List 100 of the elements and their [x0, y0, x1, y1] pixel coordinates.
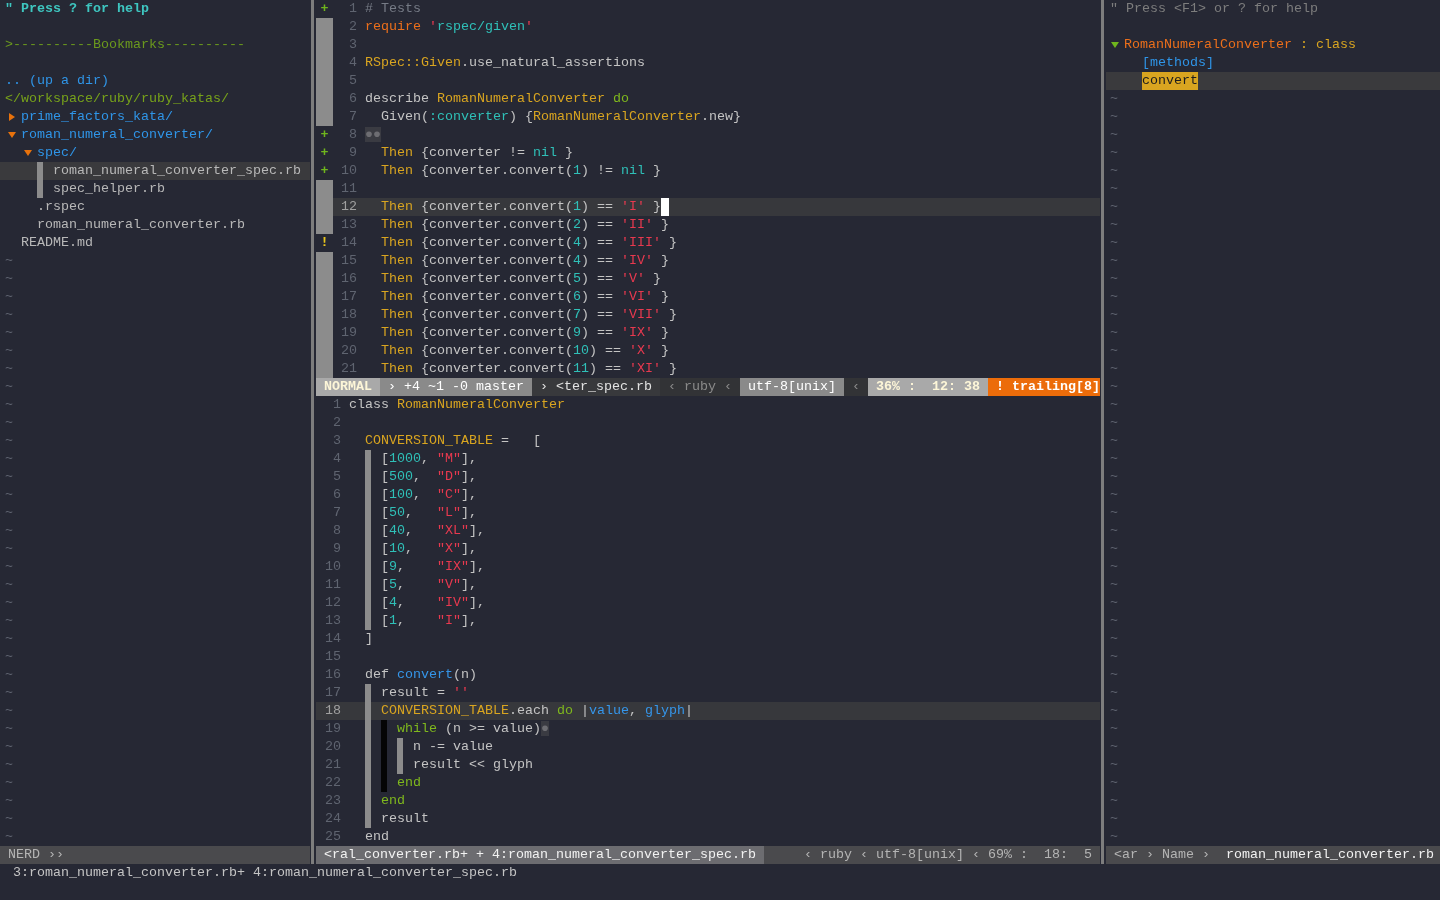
- root-path: </workspace/ruby/ruby_katas/: [5, 90, 229, 108]
- code-text: [50, "L"],: [380, 504, 477, 522]
- sign-marker: +: [319, 162, 330, 180]
- line-number: 5: [348, 72, 357, 90]
- code-text: Then {converter.convert(1) == 'I' }: [379, 198, 661, 216]
- code-text: [1, "I"],: [380, 612, 477, 630]
- empty-line-marker: ~: [1110, 198, 1118, 216]
- sign-column-marker: [316, 216, 333, 234]
- folder-name: roman_numeral_converter/: [21, 126, 213, 144]
- line-number: 6: [332, 486, 341, 504]
- bookmarks-header: >----------Bookmarks----------: [5, 36, 245, 54]
- file-name: spec_helper.rb: [53, 180, 165, 198]
- code-text: def convert(n): [363, 666, 477, 684]
- empty-line-marker: ~: [1110, 252, 1118, 270]
- up-dir-link[interactable]: .. (up a dir): [5, 72, 109, 90]
- empty-line-marker: ~: [1110, 774, 1118, 792]
- code-text: Then {converter.convert(1) != nil }: [379, 162, 661, 180]
- status-segment: ‹ ruby ‹: [659, 378, 740, 396]
- status-segment: utf-8[unix]: [739, 378, 844, 396]
- empty-line-marker: ~: [1110, 486, 1118, 504]
- tag-name[interactable]: convert: [1142, 72, 1198, 90]
- empty-line-marker: ~: [1110, 558, 1118, 576]
- empty-line-marker: ~: [1110, 432, 1118, 450]
- line-number: 15: [340, 252, 357, 270]
- sign-column-marker: [316, 108, 333, 126]
- empty-line-marker: ~: [5, 360, 13, 378]
- line-number: 1: [348, 0, 357, 18]
- status-segment: › <ter_spec.rb: [532, 378, 660, 396]
- empty-line-marker: ~: [1110, 378, 1118, 396]
- class-name[interactable]: RomanNumeralConverter: [1124, 36, 1292, 54]
- file-name: .rspec: [37, 198, 85, 216]
- code-text: CONVERSION_TABLE = [: [363, 432, 541, 450]
- tree-row[interactable]: spec/: [0, 144, 310, 162]
- empty-line-marker: ~: [5, 468, 13, 486]
- empty-line-marker: ~: [5, 306, 13, 324]
- tree-row[interactable]: roman_numeral_converter/: [0, 126, 310, 144]
- empty-line-marker: ~: [5, 450, 13, 468]
- tag-row[interactable]: convert: [1106, 72, 1440, 90]
- help-text: " Press ? for help: [5, 0, 149, 18]
- empty-line-marker: ~: [1110, 324, 1118, 342]
- tree-row[interactable]: .rspec: [0, 198, 310, 216]
- empty-line-marker: ~: [1110, 648, 1118, 666]
- code-text: Then {converter.convert(2) == 'II' }: [379, 216, 669, 234]
- code-text: Then {converter.convert(7) == 'VII' }: [379, 306, 677, 324]
- code-text: describe RomanNumeralConverter do: [364, 90, 629, 108]
- code-text: ●●: [364, 126, 381, 144]
- empty-line-marker: ~: [1110, 126, 1118, 144]
- code-text: [4, "IV"],: [380, 594, 485, 612]
- code-text: CONVERSION_TABLE.each do |value, glyph|: [380, 702, 693, 720]
- sign-column-marker: [316, 252, 333, 270]
- code-text: ]: [363, 630, 373, 648]
- code-text: result: [380, 810, 429, 828]
- empty-line-marker: ~: [5, 432, 13, 450]
- line-number: 20: [340, 342, 357, 360]
- command-line: 3:roman_numeral_converter.rb+ 4:roman_numeral_converter_spec.rb: [12, 864, 518, 882]
- empty-line-marker: ~: [1110, 540, 1118, 558]
- empty-line-marker: ~: [5, 270, 13, 288]
- line-number: 4: [348, 54, 357, 72]
- tree-row[interactable]: prime_factors_kata/: [0, 108, 310, 126]
- tree-row[interactable]: roman_numeral_converter.rb: [0, 216, 310, 234]
- empty-line-marker: ~: [5, 324, 13, 342]
- code-text: [10, "X"],: [380, 540, 477, 558]
- code-text: require 'rspec/given': [364, 18, 533, 36]
- empty-line-marker: ~: [1110, 90, 1118, 108]
- empty-line-marker: ~: [1110, 450, 1118, 468]
- line-number: 15: [324, 648, 341, 666]
- empty-line-marker: ~: [5, 522, 13, 540]
- empty-line-marker: ~: [1110, 342, 1118, 360]
- folder-name: spec/: [37, 144, 77, 162]
- line-number: 5: [332, 468, 341, 486]
- tag-group[interactable]: [methods]: [1142, 54, 1214, 72]
- tree-row[interactable]: spec_helper.rb: [0, 180, 310, 198]
- status-segment: 36% : 12: 38: [867, 378, 988, 396]
- code-text: Then {converter.convert(10) == 'X' }: [379, 342, 669, 360]
- empty-line-marker: ~: [1110, 576, 1118, 594]
- status-segment: ‹: [843, 378, 868, 396]
- empty-line-marker: ~: [5, 702, 13, 720]
- line-number: 2: [348, 18, 357, 36]
- empty-line-marker: ~: [1110, 108, 1118, 126]
- status-text: roman_numeral_converter.rb: [1225, 846, 1435, 864]
- help-text: " Press <F1> or ? for help: [1110, 0, 1318, 18]
- line-number: 19: [324, 720, 341, 738]
- empty-line-marker: ~: [1110, 180, 1118, 198]
- line-number: 7: [332, 504, 341, 522]
- line-number: 13: [340, 216, 357, 234]
- tree-row[interactable]: roman_numeral_converter_spec.rb: [0, 162, 310, 180]
- line-number: 19: [340, 324, 357, 342]
- empty-line-marker: ~: [1110, 522, 1118, 540]
- class-type: : class: [1298, 36, 1356, 54]
- empty-line-marker: ~: [1110, 612, 1118, 630]
- code-text: Then {converter != nil }: [379, 144, 573, 162]
- status-segment: <ral_converter.rb+ + 4:roman_numeral_converter_spec.rb: [316, 846, 764, 864]
- line-number: 25: [324, 828, 341, 846]
- sign-marker: +: [319, 0, 330, 18]
- empty-line-marker: ~: [5, 810, 13, 828]
- sign-marker: +: [319, 144, 330, 162]
- code-text: [500, "D"],: [380, 468, 477, 486]
- line-number: 2: [332, 414, 341, 432]
- tree-row[interactable]: README.md: [0, 234, 310, 252]
- status-text: <ar › Name ›: [1113, 846, 1211, 864]
